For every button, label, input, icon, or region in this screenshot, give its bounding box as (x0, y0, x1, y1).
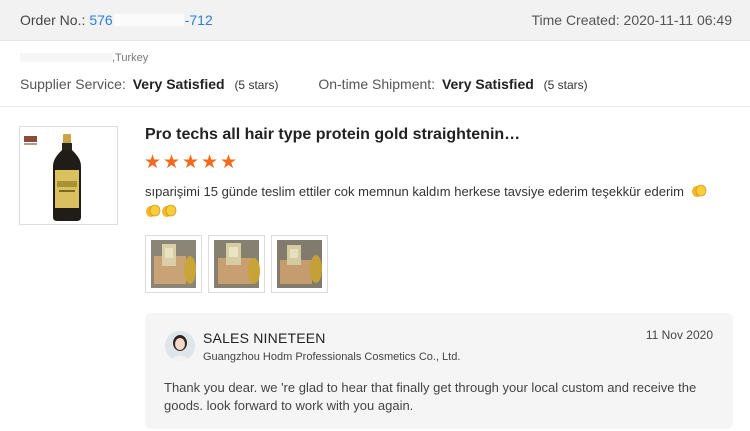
clapping-hands-icon (162, 204, 177, 217)
divider (0, 106, 750, 107)
star-icon: ★ (201, 152, 219, 173)
seller-ratings: Supplier Service: Very Satisfied (5 star… (20, 76, 624, 92)
seller-company: Guangzhou Hodm Professionals Cosmetics C… (203, 351, 461, 363)
order-number-label: Order No.: (20, 12, 86, 28)
review-photos (145, 235, 334, 293)
time-created: Time Created: 2020-11-11 06:49 (531, 12, 732, 28)
clapping-hands-icon (691, 184, 706, 197)
seller-reply: SALES NINETEEN Guangzhou Hodm Profession… (145, 313, 733, 429)
package-photo (277, 240, 322, 288)
review-photo[interactable] (208, 235, 265, 293)
star-icon: ★ (220, 152, 238, 173)
package-photo (151, 240, 196, 288)
product-bottle-image (24, 134, 81, 221)
supplier-service-rating: Supplier Service: Very Satisfied (5 star… (20, 76, 279, 92)
redaction-mask (20, 53, 112, 62)
order-number-link[interactable]: 576 -712 (89, 12, 212, 28)
star-icon: ★ (182, 152, 200, 173)
review-photo[interactable] (145, 235, 202, 293)
buyer-country: ,Turkey (112, 52, 149, 64)
buyer-info: ,Turkey (20, 52, 148, 64)
review-photo[interactable] (271, 235, 328, 293)
shipment-rating: On-time Shipment: Very Satisfied (5 star… (318, 76, 588, 92)
product-rating-stars: ★ ★ ★ ★ ★ (144, 152, 239, 174)
clapping-hands-icon (146, 204, 161, 217)
product-image[interactable] (19, 126, 118, 225)
star-icon: ★ (163, 152, 181, 173)
order-number: Order No.: 576 -712 (20, 12, 213, 28)
package-photo (214, 240, 260, 288)
seller-name: SALES NINETEEN (203, 330, 326, 346)
order-header: Order No.: 576 -712 Time Created: 2020-11-… (0, 0, 750, 41)
seller-avatar-image (165, 331, 195, 361)
star-icon: ★ (144, 152, 162, 173)
reply-text: Thank you dear. we 're glad to hear that… (164, 380, 697, 413)
product-title-link[interactable]: Pro techs all hair type protein gold str… (145, 126, 520, 144)
review-text: sıparişimi 15 günde teslim ettiler cok m… (145, 182, 730, 222)
reply-date: 11 Nov 2020 (645, 328, 713, 342)
redaction-mask (113, 14, 184, 26)
avatar (165, 331, 195, 361)
